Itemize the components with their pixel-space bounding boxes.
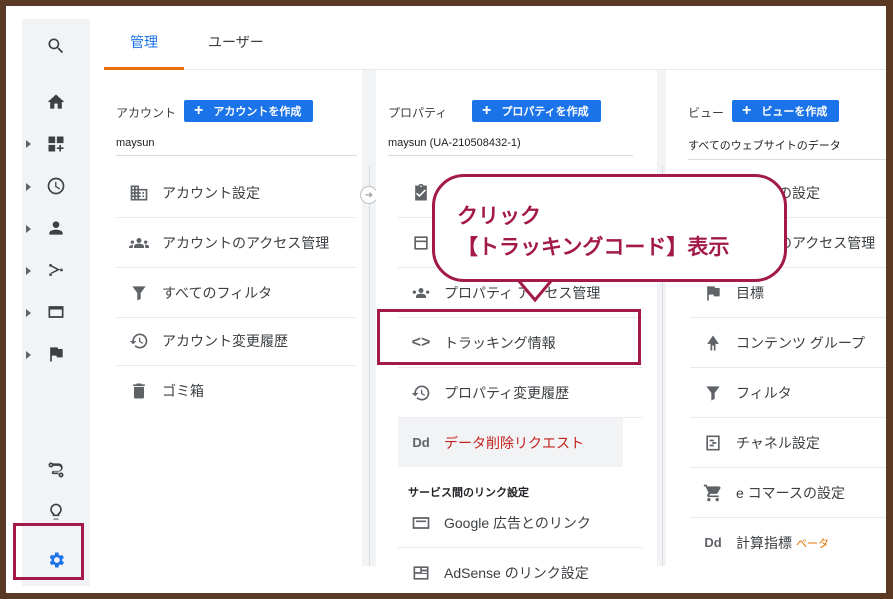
account-header: アカウント	[116, 106, 177, 120]
ecommerce-settings-label: e コマースの設定	[736, 484, 845, 501]
tab-user[interactable]: ユーザー	[208, 19, 264, 67]
trash-item[interactable]: ゴミ箱	[116, 366, 356, 415]
trash-icon	[126, 380, 152, 402]
plus-icon: +	[482, 102, 492, 119]
content-group-label: コンテンツ グループ	[736, 334, 866, 351]
google-ads-link-item[interactable]: Google 広告とのリンク	[398, 498, 643, 548]
filter-icon	[126, 282, 152, 304]
channel-icon	[700, 432, 726, 454]
person-icon[interactable]	[22, 211, 90, 245]
history-icon	[126, 330, 152, 352]
create-property-label: プロパティを作成	[501, 106, 589, 118]
create-property-button[interactable]: + プロパティを作成	[472, 100, 601, 122]
beta-badge: ベータ	[796, 537, 829, 550]
filter-icon	[700, 382, 726, 404]
view-filter-item[interactable]: フィルタ	[690, 368, 886, 418]
account-settings-label: アカウント設定	[162, 184, 260, 201]
dd-icon: Dd	[412, 435, 430, 450]
calculated-metrics-label: 計算指標	[736, 534, 792, 551]
all-filters-label: すべてのフィルタ	[162, 284, 273, 301]
create-view-button[interactable]: + ビューを作成	[732, 100, 840, 122]
flag-icon[interactable]	[22, 337, 90, 371]
data-deletion-item[interactable]: Dd データ削除リクエスト	[398, 418, 623, 467]
left-nav	[22, 19, 90, 586]
view-selector[interactable]: すべてのウェブサイトのデータ	[688, 137, 886, 160]
account-column: アカウント + アカウントを作成 maysun アカウント設定 アカウントのアク…	[104, 70, 362, 566]
top-tab-bar: 管理 ユーザー	[104, 19, 886, 70]
content-group-item[interactable]: コンテンツ グループ	[690, 318, 886, 368]
dashboard-icon[interactable]	[22, 127, 90, 161]
people-icon	[126, 232, 152, 254]
create-account-label: アカウントを作成	[213, 106, 302, 118]
callout-line1: クリック	[457, 204, 541, 228]
clock-icon[interactable]	[22, 169, 90, 203]
column-divider	[369, 166, 370, 566]
calculated-metrics-item[interactable]: Dd 計算指標 ベータ	[690, 518, 886, 567]
account-history-label: アカウント変更履歴	[162, 332, 288, 349]
behavior-icon[interactable]	[22, 295, 90, 329]
account-settings-item[interactable]: アカウント設定	[116, 168, 356, 218]
admin-gear-highlight	[13, 523, 84, 580]
people-icon	[408, 282, 434, 304]
account-access-label: アカウントのアクセス管理	[162, 234, 330, 251]
create-view-label: ビューを作成	[761, 106, 828, 118]
adsense-icon	[408, 562, 434, 584]
content-group-icon	[700, 332, 726, 354]
cart-icon	[700, 482, 726, 504]
goals-label: 目標	[736, 284, 764, 301]
property-header: プロパティ	[388, 106, 448, 120]
plus-icon: +	[194, 102, 204, 119]
ecommerce-settings-item[interactable]: e コマースの設定	[690, 468, 886, 518]
channel-settings-item[interactable]: チャネル設定	[690, 418, 886, 468]
view-filter-label: フィルタ	[736, 384, 792, 401]
search-icon[interactable]	[22, 29, 90, 63]
property-selector[interactable]: maysun (UA-210508432-1)	[388, 137, 633, 156]
trash-label: ゴミ箱	[162, 382, 204, 399]
account-access-item[interactable]: アカウントのアクセス管理	[116, 218, 356, 268]
tab-admin[interactable]: 管理	[104, 19, 184, 70]
data-deletion-label: データ削除リクエスト	[444, 434, 584, 451]
table-icon	[408, 232, 434, 254]
annotation-callout: クリック 【トラッキングコード】表示	[432, 174, 787, 282]
dd-icon: Dd	[704, 535, 722, 550]
app-frame: 管理 ユーザー アカウント + アカウントを作成 maysun アカウント設定 …	[6, 6, 886, 593]
adsense-link-label: AdSense のリンク設定	[444, 564, 589, 581]
history-icon	[408, 382, 434, 404]
account-history-item[interactable]: アカウント変更履歴	[116, 316, 356, 366]
callout-line2: 【トラッキングコード】表示	[457, 235, 730, 259]
view-column: ビュー + ビューを作成 すべてのウェブサイトのデータ ビューの設定 ビューのア…	[666, 70, 886, 566]
google-ads-link-label: Google 広告とのリンク	[444, 514, 591, 531]
property-history-item[interactable]: プロパティ変更履歴	[398, 368, 643, 418]
all-filters-item[interactable]: すべてのフィルタ	[116, 268, 356, 318]
home-icon[interactable]	[22, 85, 90, 119]
checklist-icon	[408, 182, 434, 204]
property-history-label: プロパティ変更履歴	[444, 384, 570, 401]
create-account-button[interactable]: + アカウントを作成	[184, 100, 314, 122]
adsense-link-item[interactable]: AdSense のリンク設定	[398, 548, 643, 593]
tracking-info-highlight	[377, 309, 641, 365]
channel-settings-label: チャネル設定	[736, 434, 820, 451]
plus-icon: +	[742, 102, 752, 119]
acquisition-icon[interactable]	[22, 253, 90, 287]
route-icon[interactable]	[22, 453, 90, 487]
flag-icon	[700, 282, 726, 304]
ads-icon	[408, 512, 434, 534]
account-selector[interactable]: maysun	[116, 137, 357, 156]
building-icon	[126, 182, 152, 204]
view-header: ビュー	[688, 106, 725, 120]
